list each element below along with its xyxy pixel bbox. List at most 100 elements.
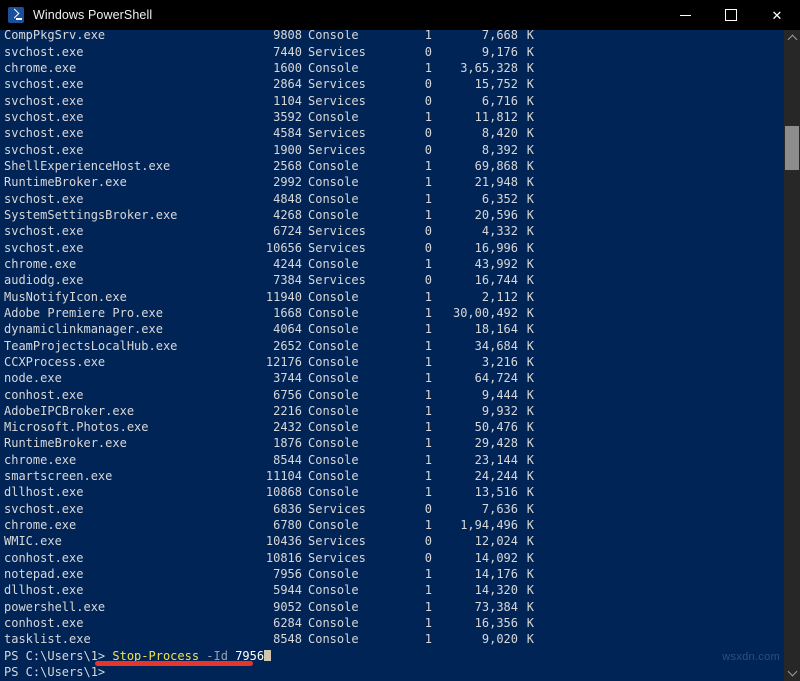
process-session-number: 1 (396, 566, 432, 582)
process-memory-unit: K (518, 631, 534, 647)
console-output-area[interactable]: svchost.exe7240Services019,660Ksvchost.e… (0, 30, 784, 681)
process-session-number: 1 (396, 517, 432, 533)
process-name: node.exe (4, 370, 238, 386)
process-name: svchost.exe (4, 93, 238, 109)
process-session: Services (302, 240, 396, 256)
process-memory: 3,216 (432, 354, 518, 370)
process-memory: 3,65,328 (432, 60, 518, 76)
process-memory: 13,516 (432, 484, 518, 500)
process-pid: 9052 (238, 599, 302, 615)
process-session-number: 0 (396, 76, 432, 92)
process-row: conhost.exe6756Console19,444K (4, 387, 780, 403)
process-session: Services (302, 76, 396, 92)
process-memory-unit: K (518, 370, 534, 386)
process-memory-unit: K (518, 142, 534, 158)
process-memory-unit: K (518, 256, 534, 272)
process-name: Microsoft.Photos.exe (4, 419, 238, 435)
process-pid: 2432 (238, 419, 302, 435)
process-memory-unit: K (518, 191, 534, 207)
process-memory: 16,356 (432, 615, 518, 631)
process-name: svchost.exe (4, 223, 238, 239)
process-session: Services (302, 501, 396, 517)
close-icon: ✕ (772, 9, 783, 22)
process-pid: 2568 (238, 158, 302, 174)
process-memory-unit: K (518, 289, 534, 305)
title-bar[interactable]: Windows PowerShell ✕ (0, 0, 800, 30)
process-name: chrome.exe (4, 452, 238, 468)
process-name: audiodg.exe (4, 272, 238, 288)
process-row: smartscreen.exe11104Console124,244K (4, 468, 780, 484)
process-memory: 43,992 (432, 256, 518, 272)
process-memory: 9,444 (432, 387, 518, 403)
process-pid: 6284 (238, 615, 302, 631)
maximize-button[interactable] (708, 0, 754, 30)
process-name: svchost.exe (4, 125, 238, 141)
process-session: Services (302, 93, 396, 109)
process-row: node.exe3744Console164,724K (4, 370, 780, 386)
process-session: Console (302, 452, 396, 468)
process-session: Console (302, 566, 396, 582)
process-pid: 3744 (238, 370, 302, 386)
process-session: Console (302, 30, 396, 44)
process-session: Console (302, 207, 396, 223)
process-name: CCXProcess.exe (4, 354, 238, 370)
process-session-number: 1 (396, 338, 432, 354)
process-pid: 1876 (238, 435, 302, 451)
process-session: Console (302, 256, 396, 272)
process-memory-unit: K (518, 174, 534, 190)
process-name: Adobe Premiere Pro.exe (4, 305, 238, 321)
process-memory: 20,596 (432, 207, 518, 223)
process-pid: 12176 (238, 354, 302, 370)
annotation-underline (95, 661, 253, 666)
process-session-number: 1 (396, 484, 432, 500)
process-name: svchost.exe (4, 109, 238, 125)
scroll-up-button[interactable] (784, 30, 800, 46)
process-pid: 7384 (238, 272, 302, 288)
process-name: dllhost.exe (4, 484, 238, 500)
process-row: svchost.exe7440Services09,176K (4, 44, 780, 60)
next-prompt-line[interactable]: PS C:\Users\1> (4, 664, 780, 680)
process-session: Console (302, 338, 396, 354)
process-session-number: 1 (396, 387, 432, 403)
process-name: svchost.exe (4, 501, 238, 517)
process-memory: 24,244 (432, 468, 518, 484)
process-session-number: 1 (396, 207, 432, 223)
process-name: chrome.exe (4, 517, 238, 533)
process-name: notepad.exe (4, 566, 238, 582)
process-session: Services (302, 142, 396, 158)
process-session-number: 1 (396, 158, 432, 174)
close-button[interactable]: ✕ (754, 0, 800, 30)
process-memory: 4,332 (432, 223, 518, 239)
process-session: Console (302, 484, 396, 500)
process-name: svchost.exe (4, 142, 238, 158)
process-name: TeamProjectsLocalHub.exe (4, 338, 238, 354)
prompt-text: PS C:\Users\1> (4, 665, 105, 679)
process-session-number: 0 (396, 501, 432, 517)
process-name: svchost.exe (4, 44, 238, 60)
process-session: Console (302, 305, 396, 321)
process-memory-unit: K (518, 60, 534, 76)
process-session: Console (302, 370, 396, 386)
process-row: SystemSettingsBroker.exe4268Console120,5… (4, 207, 780, 223)
process-session-number: 1 (396, 599, 432, 615)
process-pid: 7440 (238, 44, 302, 60)
process-session: Console (302, 109, 396, 125)
minimize-button[interactable] (662, 0, 708, 30)
text-cursor (264, 650, 271, 661)
process-memory: 50,476 (432, 419, 518, 435)
process-name: svchost.exe (4, 76, 238, 92)
process-name: WMIC.exe (4, 533, 238, 549)
process-row: svchost.exe6724Services04,332K (4, 223, 780, 239)
process-session: Console (302, 419, 396, 435)
process-memory: 6,716 (432, 93, 518, 109)
process-session-number: 0 (396, 240, 432, 256)
console-scrollbar[interactable] (784, 30, 800, 681)
process-name: conhost.exe (4, 387, 238, 403)
process-name: RuntimeBroker.exe (4, 174, 238, 190)
scrollbar-thumb[interactable] (785, 126, 799, 170)
process-row: svchost.exe10656Services016,996K (4, 240, 780, 256)
scroll-down-button[interactable] (784, 665, 800, 681)
process-name: dynamiclinkmanager.exe (4, 321, 238, 337)
process-session: Services (302, 533, 396, 549)
process-pid: 1600 (238, 60, 302, 76)
